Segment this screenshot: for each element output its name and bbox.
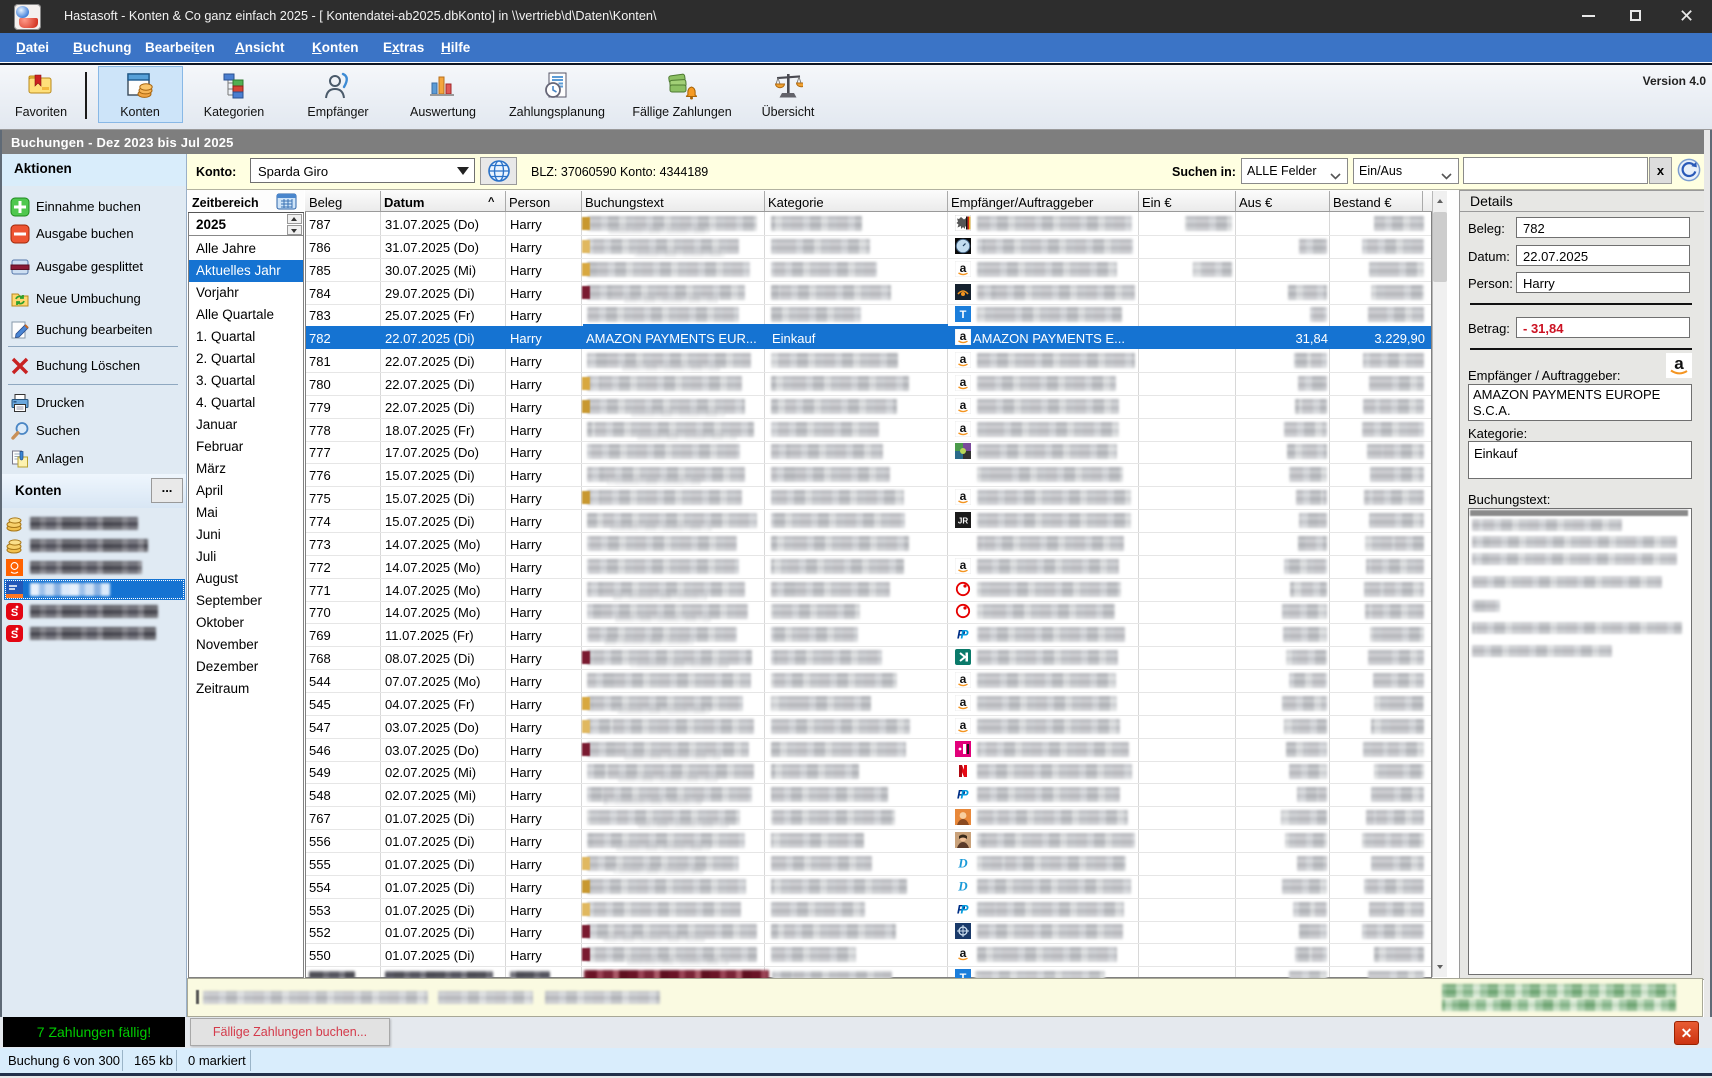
svg-text:D: D	[957, 856, 968, 871]
svg-text:D: D	[957, 879, 968, 894]
svg-text:a: a	[960, 558, 967, 572]
svg-text:S: S	[11, 607, 18, 619]
svg-text:P: P	[960, 788, 969, 802]
svg-text:a: a	[960, 261, 967, 275]
svg-text:P: P	[960, 903, 969, 917]
svg-text:P: P	[960, 628, 969, 642]
svg-text:a: a	[960, 695, 967, 709]
svg-text:JR: JR	[958, 517, 968, 526]
svg-text:a: a	[960, 489, 967, 503]
svg-text:a: a	[960, 946, 967, 960]
svg-text:a: a	[960, 672, 967, 686]
svg-text:a: a	[960, 718, 967, 732]
svg-text:a: a	[1674, 354, 1684, 373]
svg-text:T: T	[960, 309, 967, 321]
svg-text:a: a	[960, 398, 967, 412]
svg-text:a: a	[960, 421, 967, 435]
svg-text:a: a	[960, 375, 967, 389]
svg-text:a: a	[960, 329, 967, 343]
svg-text:S: S	[11, 629, 18, 641]
svg-text:a: a	[960, 352, 967, 366]
